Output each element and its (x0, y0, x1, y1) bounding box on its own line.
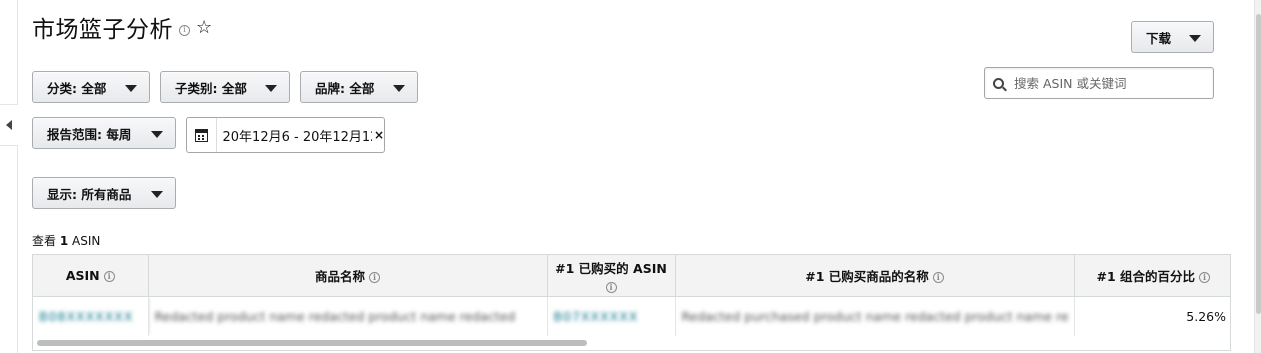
sidebar-collapse-toggle[interactable] (0, 104, 18, 146)
cell-asin[interactable]: B08XXXXXXX (33, 296, 149, 336)
download-button-label: 下载 (1146, 30, 1172, 46)
column-header-combination-percent[interactable]: #1 组合的百分比 i (1074, 255, 1230, 297)
page-title: 市场篮子分析 (32, 17, 173, 43)
info-icon[interactable]: i (369, 271, 380, 283)
info-icon[interactable]: i (1199, 271, 1211, 283)
search-box[interactable] (984, 67, 1214, 99)
horizontal-scrollbar[interactable] (33, 340, 1230, 346)
info-icon[interactable]: i (605, 281, 617, 293)
results-count-number: 1 (59, 234, 69, 248)
results-count-prefix: 查看 (32, 234, 57, 248)
category-dropdown-label: 分类: 全部 (47, 80, 107, 96)
vertical-scrollbar[interactable] (1254, 0, 1261, 353)
caret-down-icon (1189, 35, 1201, 42)
date-range-picker[interactable]: 20年12月6 - 20年12月12 × (186, 117, 385, 153)
caret-down-icon (265, 85, 277, 92)
cell-product-name: Redacted product name redacted product n… (148, 296, 548, 336)
title-row: 市场篮子分析 i ☆ (32, 10, 212, 44)
subcategory-dropdown-label: 子类别: 全部 (175, 80, 247, 96)
column-header-label: #1 已购买的 ASIN (555, 261, 667, 276)
column-header-top-purchased-name[interactable]: #1 已购买商品的名称 i (675, 255, 1075, 297)
brand-dropdown-label: 品牌: 全部 (315, 80, 375, 96)
column-header-asin[interactable]: ASIN i (33, 255, 149, 297)
collapse-left-icon (6, 120, 12, 130)
results-table: ASIN i 商品名称 i #1 已购买的 ASIN i #1 已购买商品的名称 i … (32, 254, 1231, 351)
search-icon (993, 77, 1004, 89)
results-count-suffix: ASIN (72, 234, 101, 248)
column-header-label: #1 组合的百分比 (1096, 268, 1196, 284)
caret-down-icon (125, 85, 137, 92)
date-range-value[interactable]: 20年12月6 - 20年12月12 (223, 126, 372, 145)
vertical-scrollbar-thumb[interactable] (1256, 14, 1261, 314)
display-dropdown[interactable]: 显示: 所有商品 (32, 177, 176, 209)
subcategory-dropdown[interactable]: 子类别: 全部 (160, 71, 290, 103)
asin-link[interactable]: B08XXXXXXX (39, 309, 142, 324)
results-count: 查看 1 ASIN (32, 232, 100, 249)
close-icon[interactable]: × (374, 128, 384, 142)
caret-down-icon (393, 85, 405, 92)
cell-top-purchased-asin[interactable]: B07XXXXXX (547, 296, 676, 336)
display-dropdown-label: 显示: 所有商品 (47, 186, 132, 202)
column-header-top-purchased-asin[interactable]: #1 已购买的 ASIN i (547, 255, 676, 297)
info-icon[interactable]: i (179, 24, 190, 36)
report-range-dropdown-label: 报告范围: 每周 (47, 126, 132, 142)
cell-combination-percent: 5.26% (1186, 308, 1226, 324)
column-header-label: #1 已购买商品的名称 (805, 268, 929, 284)
download-button[interactable]: 下载 (1131, 21, 1214, 53)
column-header-product-name[interactable]: 商品名称 i (148, 255, 548, 297)
brand-dropdown[interactable]: 品牌: 全部 (300, 71, 418, 103)
product-name-text: Redacted product name redacted product n… (154, 308, 516, 324)
info-icon[interactable]: i (103, 270, 115, 282)
table-header-row: ASIN i 商品名称 i #1 已购买的 ASIN i #1 已购买商品的名称 i … (33, 255, 1230, 297)
column-header-label: 商品名称 (314, 268, 365, 284)
search-input[interactable] (1014, 75, 1204, 91)
report-range-dropdown[interactable]: 报告范围: 每周 (32, 117, 176, 149)
left-sidebar-strip (0, 0, 18, 353)
category-dropdown[interactable]: 分类: 全部 (32, 71, 150, 103)
cell-top-purchased-name: Redacted purchased product name redacted… (675, 296, 1075, 336)
calendar-icon (194, 128, 208, 142)
info-icon[interactable]: i (932, 271, 944, 283)
caret-down-icon (151, 131, 163, 138)
top-purchased-asin-link[interactable]: B07XXXXXX (554, 309, 669, 324)
horizontal-scrollbar-thumb[interactable] (37, 340, 587, 346)
table-row: B08XXXXXXX Redacted product name redacte… (33, 296, 1230, 336)
star-icon[interactable]: ☆ (196, 19, 212, 37)
calendar-button[interactable] (187, 118, 217, 152)
column-header-label: ASIN (65, 267, 100, 283)
top-purchased-name-text: Redacted purchased product name redacted… (681, 308, 1068, 324)
caret-down-icon (151, 191, 163, 198)
